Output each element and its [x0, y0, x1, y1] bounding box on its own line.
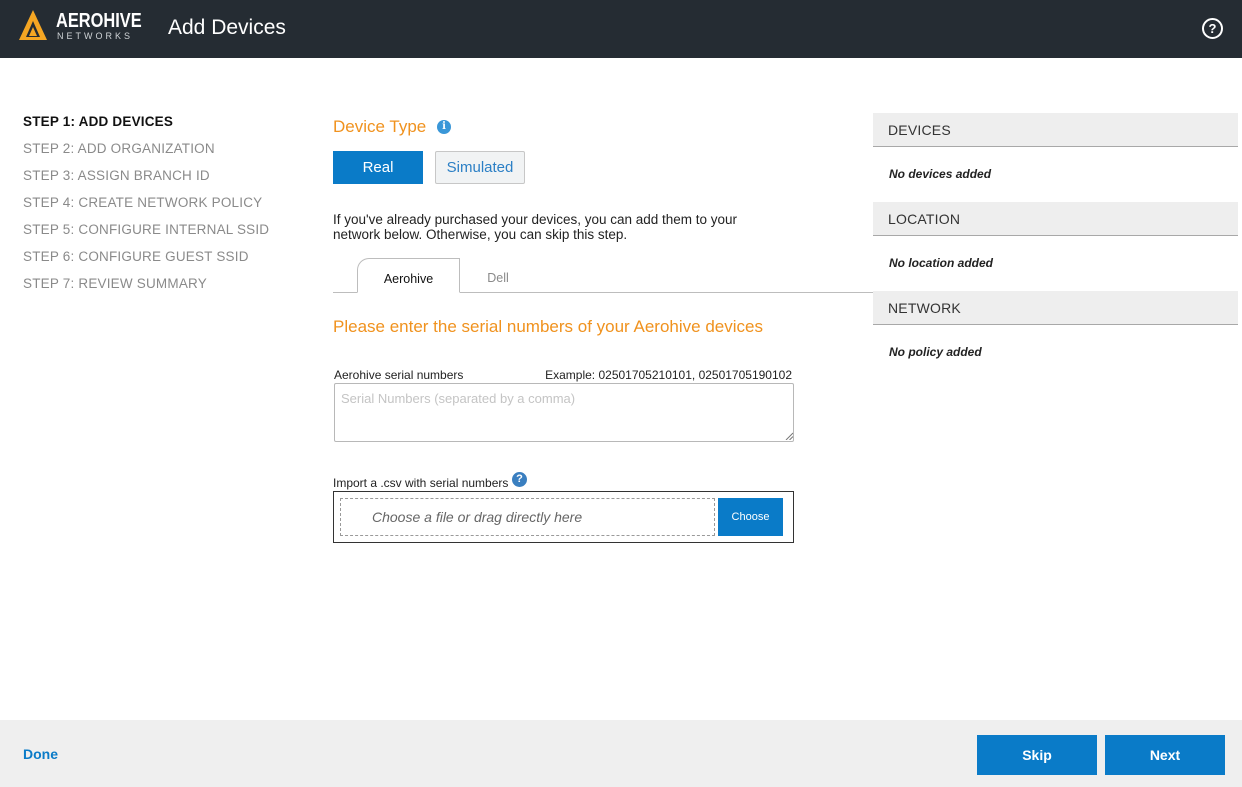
resize-grip-icon[interactable] [785, 432, 793, 440]
step-assign-branch-id[interactable]: STEP 3: ASSIGN BRANCH ID [23, 168, 313, 195]
serial-numbers-label: Aerohive serial numbers [334, 368, 464, 382]
summary-panel: DEVICES No devices added LOCATION No loc… [873, 113, 1238, 380]
step-review-summary[interactable]: STEP 7: REVIEW SUMMARY [23, 276, 313, 303]
footer-bar: Done Skip Next [0, 720, 1242, 787]
import-help-icon[interactable]: ? [512, 472, 527, 487]
main-content: Device Type i Real Simulated If you've a… [333, 0, 873, 700]
location-heading: LOCATION [873, 202, 1238, 236]
location-empty-text: No location added [889, 256, 994, 270]
file-dropzone[interactable]: Choose a file or drag directly here [340, 498, 715, 536]
device-type-heading: Device Type [333, 117, 427, 136]
choose-file-button[interactable]: Choose [718, 498, 783, 536]
wizard-steps: STEP 1: ADD DEVICES STEP 2: ADD ORGANIZA… [23, 114, 313, 303]
help-icon[interactable]: ? [1202, 18, 1223, 39]
step-add-organization[interactable]: STEP 2: ADD ORGANIZATION [23, 141, 313, 168]
step-configure-internal-ssid[interactable]: STEP 5: CONFIGURE INTERNAL SSID [23, 222, 313, 249]
skip-button[interactable]: Skip [977, 735, 1097, 775]
tab-dell[interactable]: Dell [463, 258, 533, 292]
page-title: Add Devices [168, 16, 286, 39]
done-link[interactable]: Done [23, 746, 58, 762]
step-create-network-policy[interactable]: STEP 4: CREATE NETWORK POLICY [23, 195, 313, 222]
real-button[interactable]: Real [333, 151, 423, 184]
aerohive-logo[interactable]: AEROHIVE NETWORKS [18, 9, 142, 43]
serial-example: Example: 02501705210101, 02501705190102 [545, 368, 792, 382]
serial-prompt: Please enter the serial numbers of your … [333, 317, 763, 336]
info-icon[interactable]: i [437, 120, 451, 134]
devices-heading: DEVICES [873, 113, 1238, 147]
file-upload: Choose a file or drag directly here Choo… [333, 491, 794, 543]
network-heading: NETWORK [873, 291, 1238, 325]
simulated-button[interactable]: Simulated [435, 151, 525, 184]
tab-aerohive[interactable]: Aerohive [357, 258, 460, 293]
logo-wordmark: AEROHIVE [56, 10, 142, 32]
serial-numbers-input[interactable] [334, 383, 794, 442]
next-button[interactable]: Next [1105, 735, 1225, 775]
step-add-devices[interactable]: STEP 1: ADD DEVICES [23, 114, 313, 141]
network-empty-text: No policy added [889, 345, 982, 359]
aerohive-logo-icon [19, 10, 47, 40]
intro-text: If you've already purchased your devices… [333, 212, 738, 242]
step-configure-guest-ssid[interactable]: STEP 6: CONFIGURE GUEST SSID [23, 249, 313, 276]
logo-subtitle: NETWORKS [57, 31, 134, 41]
import-csv-label: Import a .csv with serial numbers [333, 476, 509, 490]
devices-empty-text: No devices added [889, 167, 992, 181]
